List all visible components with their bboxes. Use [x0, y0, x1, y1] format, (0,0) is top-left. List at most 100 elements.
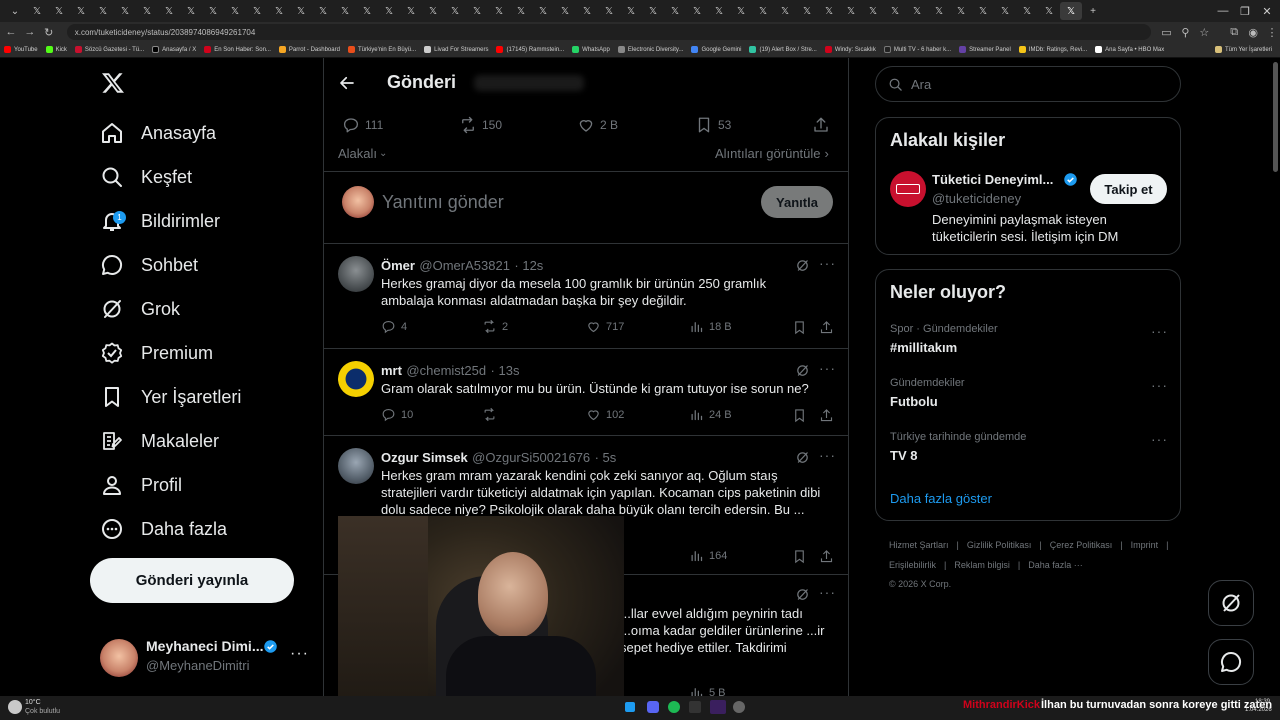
browser-tab[interactable]: 𝕏	[444, 2, 466, 20]
browser-tab[interactable]: 𝕏	[950, 2, 972, 20]
grok-float-button[interactable]	[1208, 580, 1254, 626]
browser-tab[interactable]: 𝕏	[268, 2, 290, 20]
sidebar-item-premium[interactable]: Premium	[100, 333, 213, 373]
browser-tab[interactable]: 𝕏	[48, 2, 70, 20]
x-logo-icon[interactable]	[101, 71, 125, 95]
tweet-author-name[interactable]: Ömer	[381, 258, 415, 273]
app-icon[interactable]	[710, 700, 726, 714]
reply-tweet[interactable]: mrt @chemist25d · 13s ··· Gram olarak sa…	[324, 349, 848, 435]
footer-link[interactable]: Imprint	[1131, 540, 1159, 550]
browser-menu-icon[interactable]: ⋮	[1264, 24, 1280, 40]
browser-tab-active[interactable]: 𝕏	[1060, 2, 1082, 20]
reload-icon[interactable]: ↻	[41, 24, 57, 40]
like-button[interactable]: 717	[586, 319, 624, 334]
sidebar-item-profile[interactable]: Profil	[100, 465, 182, 505]
search-input[interactable]: Ara	[875, 66, 1181, 102]
tweet-time[interactable]: · 12s	[514, 258, 543, 273]
repost-button[interactable]	[482, 407, 502, 422]
sort-dropdown[interactable]: Alakalı ⌄	[338, 146, 387, 161]
grok-icon[interactable]	[795, 258, 810, 273]
tweet-more-icon[interactable]: ···	[819, 584, 836, 600]
epic-icon[interactable]	[689, 701, 701, 713]
bookmark-hbo[interactable]: Ana Sayfa • HBO Max	[1095, 46, 1164, 53]
post-button[interactable]: Gönderi yayınla	[90, 558, 294, 603]
page-scrollbar[interactable]	[1273, 62, 1278, 172]
avatar[interactable]	[338, 256, 374, 292]
browser-tab[interactable]: 𝕏	[796, 2, 818, 20]
grok-icon[interactable]	[795, 587, 810, 602]
star-icon[interactable]: ☆	[1196, 24, 1212, 40]
browser-tab[interactable]: 𝕏	[686, 2, 708, 20]
reply-button[interactable]: Yanıtla	[761, 186, 833, 218]
browser-tab[interactable]: 𝕏	[840, 2, 862, 20]
browser-tab[interactable]: 𝕏	[708, 2, 730, 20]
browser-tab[interactable]: 𝕏	[1038, 2, 1060, 20]
bookmark-news[interactable]: En Son Haber: Son...	[204, 46, 271, 53]
bookmark-parrot[interactable]: Parrot - Dashboard	[278, 46, 340, 53]
browser-tab[interactable]: 𝕏	[378, 2, 400, 20]
app-icon[interactable]	[733, 701, 745, 713]
views-button[interactable]: 164	[689, 548, 727, 563]
browser-tab[interactable]: 𝕏	[224, 2, 246, 20]
new-tab-button[interactable]: +	[1082, 2, 1104, 20]
browser-tab[interactable]: 𝕏	[422, 2, 444, 20]
browser-tab[interactable]: 𝕏	[532, 2, 554, 20]
reply-count-button[interactable]: 111	[342, 116, 383, 134]
account-more-icon[interactable]: ···	[290, 645, 309, 663]
like-button[interactable]: 102	[586, 407, 624, 422]
browser-tab[interactable]: 𝕏	[356, 2, 378, 20]
trend-item[interactable]: Gündemdekiler Futbolu ···	[890, 377, 1170, 417]
tweet-more-icon[interactable]: ···	[819, 255, 836, 271]
related-handle[interactable]: @tuketicideney	[932, 191, 1021, 206]
app-icon[interactable]	[625, 702, 635, 712]
browser-tab[interactable]: 𝕏	[730, 2, 752, 20]
share-icon[interactable]	[819, 549, 834, 564]
browser-tab[interactable]: 𝕏	[246, 2, 268, 20]
browser-tab[interactable]: 𝕏	[598, 2, 620, 20]
tweet-author-handle[interactable]: @OmerA53821	[419, 258, 510, 273]
browser-tab[interactable]: 𝕏	[136, 2, 158, 20]
grok-icon[interactable]	[795, 363, 810, 378]
browser-tab[interactable]: 𝕏	[26, 2, 48, 20]
bookmark-count-button[interactable]: 53	[695, 116, 731, 134]
bookmark-windy[interactable]: Windy: Sıcaklık	[824, 46, 876, 53]
tab-menu-button[interactable]: ⌄	[4, 2, 26, 20]
url-field[interactable]: x.com/tuketicideney/status/2038974086949…	[66, 24, 1151, 40]
share-icon[interactable]	[819, 320, 834, 335]
bookmark-streamer[interactable]: Streamer Panel	[959, 46, 1011, 53]
tweet-author-handle[interactable]: @chemist25d	[406, 363, 486, 378]
cast-icon[interactable]: ▭	[1159, 24, 1175, 40]
back-icon[interactable]: ←	[3, 24, 19, 40]
browser-tab[interactable]: 𝕏	[202, 2, 224, 20]
views-button[interactable]: 24 B	[689, 407, 732, 422]
bookmark-livad[interactable]: Livad For Streamers	[424, 46, 488, 53]
tweet-more-icon[interactable]: ···	[819, 360, 836, 376]
bookmark-imdb[interactable]: IMDb: Ratings, Revi...	[1018, 46, 1087, 53]
browser-tab[interactable]: 𝕏	[114, 2, 136, 20]
spotify-icon[interactable]	[668, 701, 680, 713]
sidebar-item-home[interactable]: Anasayfa	[100, 113, 216, 153]
show-more-link[interactable]: Daha fazla göster	[890, 491, 992, 506]
browser-tab[interactable]: 𝕏	[510, 2, 532, 20]
bookmark-whatsapp[interactable]: WhatsApp	[572, 46, 610, 53]
reply-tweet[interactable]: Ömer @OmerA53821 · 12s ··· Herkes gramaj…	[324, 244, 848, 348]
trend-item[interactable]: Spor · Gündemdekiler #millitakım ···	[890, 323, 1170, 363]
browser-tab[interactable]: 𝕏	[290, 2, 312, 20]
tweet-author-name[interactable]: mrt	[381, 363, 402, 378]
clock-time[interactable]: 18:39	[1255, 699, 1270, 705]
footer-link[interactable]: Çerez Politikası	[1050, 540, 1113, 550]
bookmark-rammstein[interactable]: (17145) Rammstein...	[496, 46, 564, 53]
browser-tab[interactable]: 𝕏	[642, 2, 664, 20]
bookmark-icon[interactable]	[792, 549, 807, 564]
repost-count-button[interactable]: 150	[459, 116, 502, 134]
bookmark-x[interactable]: Anasayfa / X	[152, 46, 196, 53]
discord-icon[interactable]	[647, 701, 659, 713]
repost-button[interactable]: 2	[482, 319, 508, 334]
related-name[interactable]: Tüketici Deneyiml...	[932, 172, 1053, 187]
share-button[interactable]	[812, 116, 835, 134]
sidebar-item-notifications[interactable]: 1 Bildirimler	[100, 201, 220, 241]
bookmark-icon[interactable]	[792, 408, 807, 423]
extensions-icon[interactable]: ⧉	[1226, 24, 1242, 40]
tweet-author-handle[interactable]: @OzgurSi50021676	[472, 450, 590, 465]
bookmark-multitv[interactable]: Multi TV - 6 haber k...	[883, 46, 951, 53]
